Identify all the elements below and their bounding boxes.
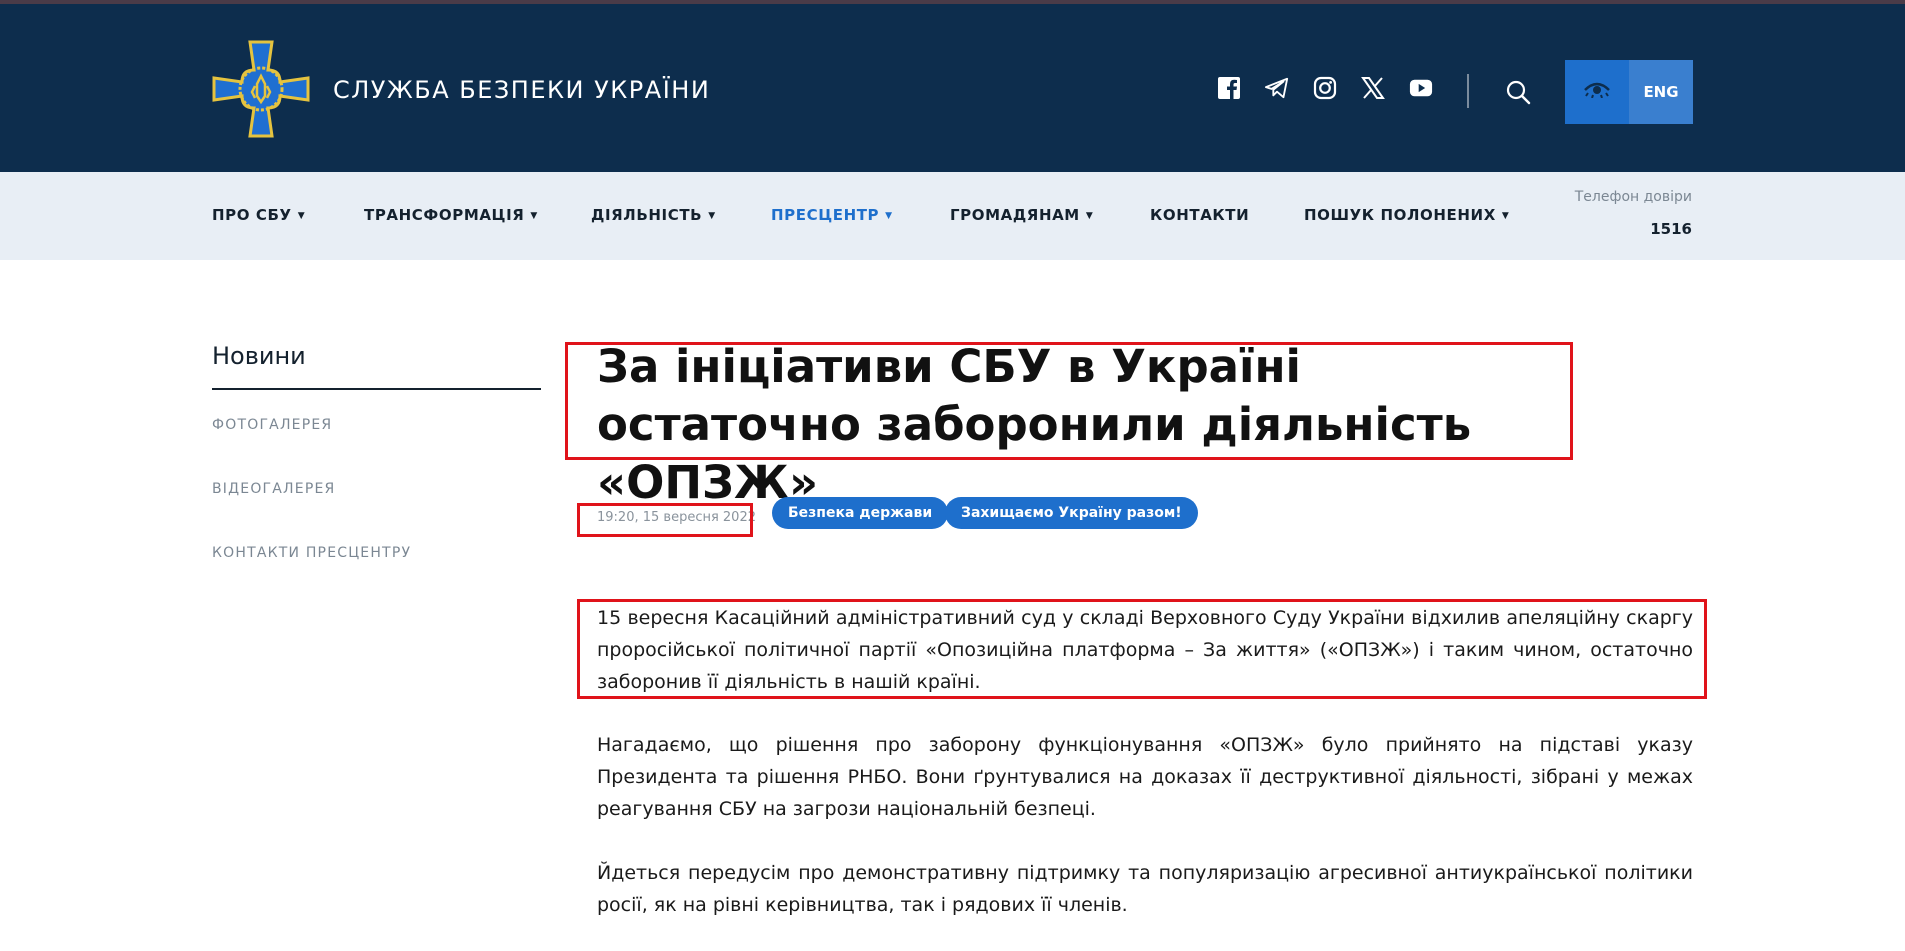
nav-item-contacts[interactable]: КОНТАКТИ bbox=[1150, 206, 1249, 224]
caret-down-icon: ▼ bbox=[885, 211, 893, 221]
youtube-icon[interactable] bbox=[1409, 76, 1433, 100]
caret-down-icon: ▼ bbox=[1085, 211, 1094, 221]
article-paragraph: Йдеться передусім про демонстративну під… bbox=[597, 862, 1693, 916]
sidebar-item-press-contacts[interactable]: КОНТАКТИ ПРЕСЦЕНТРУ bbox=[212, 545, 411, 561]
article-paragraph: Нагадаємо, що рішення про заборону функц… bbox=[597, 734, 1693, 820]
header-divider bbox=[1467, 74, 1469, 108]
search-icon[interactable] bbox=[1505, 79, 1531, 105]
nav-item-transformation[interactable]: ТРАНСФОРМАЦІЯ ▼ bbox=[364, 206, 538, 224]
main-nav: ПРО СБУ ▼ ТРАНСФОРМАЦІЯ ▼ ДІЯЛЬНІСТЬ ▼ ПРЕС… bbox=[0, 172, 1905, 260]
sidebar-item-photo-gallery[interactable]: ФОТОГАЛЕРЕЯ bbox=[212, 417, 332, 433]
highlight-box bbox=[577, 599, 1707, 699]
language-switch-button[interactable]: ENG bbox=[1629, 60, 1693, 124]
eye-icon bbox=[1584, 82, 1610, 102]
sidebar-item-video-gallery[interactable]: ВІДЕОГАЛЕРЕЯ bbox=[212, 481, 335, 497]
nav-item-citizens[interactable]: ГРОМАДЯНАМ ▼ bbox=[950, 206, 1093, 224]
sidebar-divider bbox=[212, 388, 541, 390]
caret-down-icon: ▼ bbox=[708, 211, 716, 221]
x-icon[interactable] bbox=[1361, 76, 1385, 100]
social-links bbox=[1217, 76, 1433, 100]
trust-phone-label: Телефон довіри bbox=[1574, 189, 1692, 205]
highlight-box bbox=[577, 503, 753, 537]
site-title[interactable]: СЛУЖБА БЕЗПЕКИ УКРАЇНИ bbox=[333, 76, 710, 104]
instagram-icon[interactable] bbox=[1313, 76, 1337, 100]
caret-down-icon: ▼ bbox=[530, 211, 538, 221]
sbu-emblem-icon[interactable] bbox=[212, 40, 310, 138]
tag-state-security[interactable]: Безпека держави bbox=[772, 497, 949, 529]
highlight-box bbox=[565, 342, 1573, 460]
nav-item-about[interactable]: ПРО СБУ ▼ bbox=[212, 206, 305, 224]
nav-item-activity[interactable]: ДІЯЛЬНІСТЬ ▼ bbox=[591, 206, 716, 224]
telegram-icon[interactable] bbox=[1265, 76, 1289, 100]
caret-down-icon: ▼ bbox=[297, 211, 306, 221]
tag-defend-ukraine[interactable]: Захищаємо Україну разом! bbox=[945, 497, 1198, 529]
facebook-icon[interactable] bbox=[1217, 76, 1241, 100]
nav-item-search-prisoners[interactable]: ПОШУК ПОЛОНЕНИХ ▼ bbox=[1304, 206, 1509, 224]
caret-down-icon: ▼ bbox=[1501, 211, 1510, 221]
nav-item-press-center[interactable]: ПРЕСЦЕНТР ▼ bbox=[771, 206, 893, 224]
sidebar-title[interactable]: Новини bbox=[212, 342, 306, 370]
site-header: СЛУЖБА БЕЗПЕКИ УКРАЇНИ ENG bbox=[0, 4, 1905, 172]
accessibility-button[interactable] bbox=[1565, 60, 1629, 124]
trust-phone-number[interactable]: 1516 bbox=[1650, 220, 1692, 238]
